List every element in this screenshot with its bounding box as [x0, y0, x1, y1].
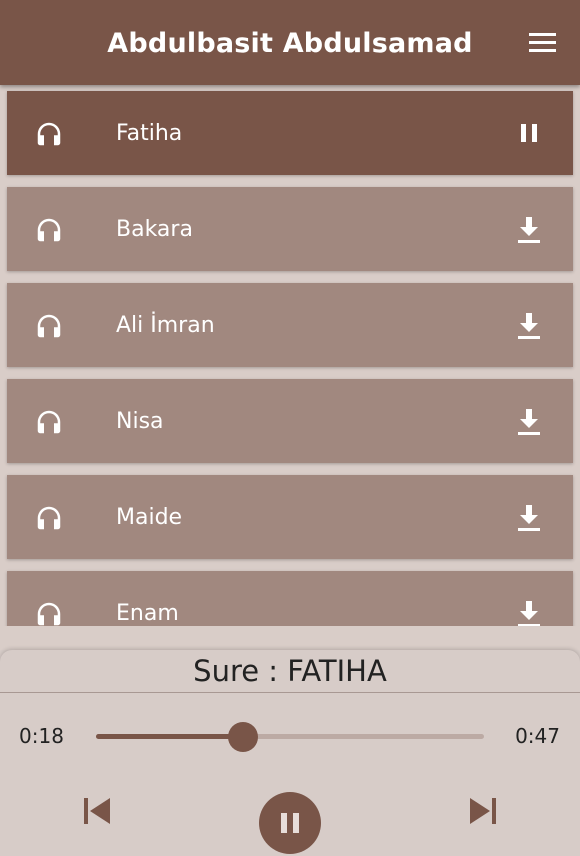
audio-player: Sure : FATIHA 0:18 0:47 [0, 626, 580, 856]
headphones-icon [34, 119, 64, 149]
surah-item-bakara[interactable]: Bakara [7, 187, 573, 271]
download-icon[interactable] [515, 407, 543, 437]
player-divider [0, 692, 580, 693]
surah-name: Bakara [116, 217, 193, 242]
download-icon[interactable] [515, 503, 543, 533]
seek-slider[interactable] [96, 722, 484, 752]
headphones-icon [34, 311, 64, 341]
surah-item-maide[interactable]: Maide [7, 475, 573, 559]
previous-button[interactable] [82, 796, 112, 826]
surah-item-nisa[interactable]: Nisa [7, 379, 573, 463]
headphones-icon [34, 215, 64, 245]
play-pause-button[interactable] [259, 792, 321, 854]
surah-name: Ali İmran [116, 313, 215, 338]
player-top-band [0, 626, 580, 650]
seek-progress [96, 734, 244, 739]
headphones-icon [34, 407, 64, 437]
download-icon[interactable] [515, 599, 543, 626]
surah-item-fatiha[interactable]: Fatiha [7, 91, 573, 175]
skip-next-icon [468, 798, 498, 830]
surah-name: Enam [116, 601, 179, 626]
app-bar: Abdulbasit Abdulsamad [0, 0, 580, 85]
surah-name: Nisa [116, 409, 164, 434]
surah-name: Maide [116, 505, 183, 530]
surah-item-enam[interactable]: Enam [7, 571, 573, 626]
now-playing-title: Sure : FATIHA [193, 654, 387, 688]
surah-name: Fatiha [116, 121, 183, 146]
surah-list[interactable]: Fatiha Bakara Ali İmran Nisa Maide Enam [0, 85, 580, 626]
app-title: Abdulbasit Abdulsamad [107, 28, 473, 59]
download-icon[interactable] [515, 311, 543, 341]
next-button[interactable] [468, 796, 498, 826]
surah-item-ali-imran[interactable]: Ali İmran [7, 283, 573, 367]
menu-icon[interactable] [528, 30, 558, 56]
headphones-icon [34, 599, 64, 626]
pause-icon[interactable] [515, 119, 543, 149]
skip-previous-icon [82, 798, 112, 830]
download-icon[interactable] [515, 215, 543, 245]
headphones-icon [34, 503, 64, 533]
current-time: 0:18 [19, 724, 64, 748]
duration-time: 0:47 [515, 724, 560, 748]
